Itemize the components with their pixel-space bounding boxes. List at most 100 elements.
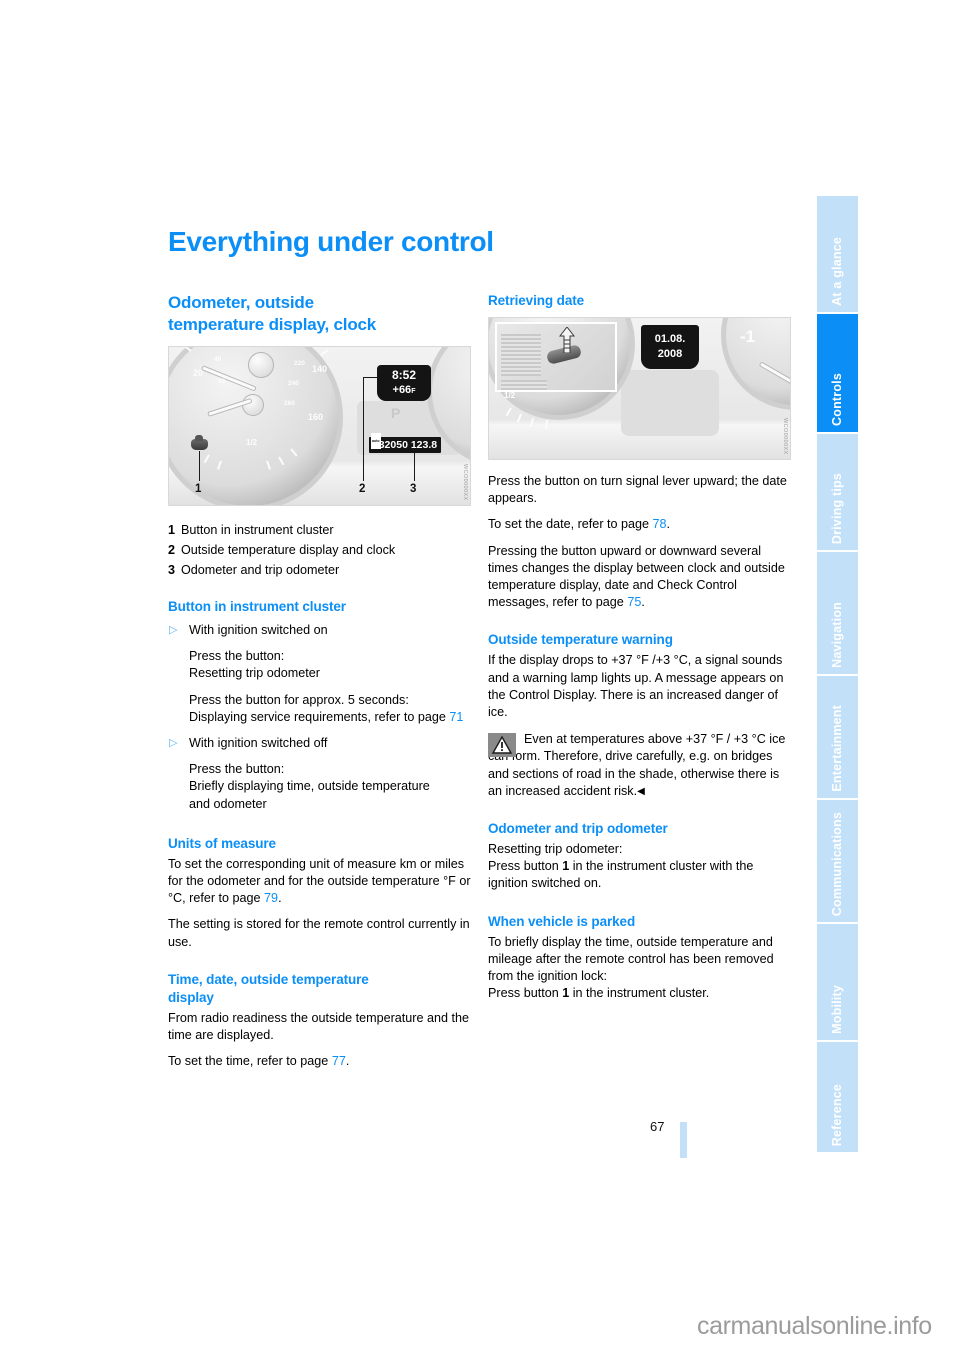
step-line: Press the button: [189,649,285,664]
site-watermark: carmanualsonline.info [697,1312,932,1340]
page-marker-bar [680,1122,687,1158]
figure-instrument-cluster: 20 40 20 220 240 140 260 160 1/2 8:52 +6… [168,346,471,506]
time-text: To set the time, refer to page [168,1054,332,1069]
legend-text: Outside temperature display and clock [181,543,396,557]
left-column: Odometer, outside temperature display, c… [168,292,471,1079]
dial-number-20b: 20 [218,378,226,385]
legend-item: 2 Outside temperature display and clock [168,540,471,560]
legend-text: Button in instrument cluster [181,523,334,537]
rail-tab-mobility[interactable]: Mobility [817,924,858,1042]
legend-number: 3 [168,563,176,577]
rail-tab-driving-tips[interactable]: Driving tips [817,434,858,552]
step-line: Press the button for approx. 5 seconds: [189,692,409,707]
fuel-gauge-label: 1/2 [504,391,516,400]
page-reference-75[interactable]: 75 [627,595,641,609]
warning-block: Even at temperatures above +37 °F / +3 °… [488,731,791,800]
dial-tick [203,454,210,464]
heading-line-2: temperature display, clock [168,315,377,334]
odometer-line-2-pre: Press button [488,859,563,874]
dial-number-40: 40 [214,356,222,363]
bullet-text: With ignition switched off [189,736,328,751]
cluster-center-panel [621,370,719,436]
page-reference-78[interactable]: 78 [653,517,667,531]
bullet-ignition-off: ▷ With ignition switched off [168,735,471,752]
callout-number-2: 2 [359,483,366,495]
outside-temp-warning-paragraph: If the display drops to +37 °F /+3 °C, a… [488,653,784,720]
rail-tab-communications[interactable]: Communications [817,800,858,924]
rail-tab-label: Reference [830,1083,844,1146]
dashboard-vent-texture [501,334,541,376]
callout-line-1 [199,451,200,481]
page-reference-77[interactable]: 77 [332,1054,346,1068]
lcd-date-line-1: 01.08. [654,333,686,345]
legend-item: 1 Button in instrument cluster [168,520,471,540]
parked-line-2-pre: Press button [488,986,563,1001]
bullet-ignition-on: ▷ With ignition switched on [168,622,471,639]
subheading-retrieving-date: Retrieving date [488,293,585,308]
warning-text: Even at temperatures above +37 °F / +3 °… [488,731,791,800]
step-line: Resetting trip odometer [189,666,320,681]
rail-tab-at-a-glance[interactable]: At a glance [817,196,858,314]
units-paragraph-1: To set the corresponding unit of measure… [168,856,471,908]
retrieving-date-paragraph-1: Press the button on turn signal lever up… [488,474,787,506]
lcd-date-line-2: 2008 [657,348,683,360]
parked-paragraph: To briefly display the time, outside tem… [488,934,791,1003]
odometer-tag: auto [371,433,381,449]
rail-tab-reference[interactable]: Reference [817,1042,858,1152]
paragraph-text: To set the date, refer to page [488,517,653,532]
callout-line-2b [363,377,364,481]
lcd-clock-value: 8:52 [391,368,417,382]
callout-number-3: 3 [410,483,417,495]
page-reference-71[interactable]: 71 [449,710,463,724]
ignition-off-step-1: Press the button: Briefly displaying tim… [189,761,471,813]
dial-tick [278,456,285,466]
callout-number-1: 1 [195,483,202,495]
cluster-legend: 1 Button in instrument cluster 2 Outside… [168,520,471,580]
dial-number-20: 20 [193,368,204,378]
dial-number-240: 240 [288,380,299,387]
units-paragraph-2: The setting is stored for the remote con… [168,917,470,949]
page-number: 67 [650,1119,665,1134]
legend-item: 3 Odometer and trip odometer [168,560,471,580]
manual-page: At a glance Controls Driving tips Naviga… [0,0,960,1358]
rail-tab-controls[interactable]: Controls [817,314,858,434]
rail-tab-label: Mobility [830,985,844,1034]
heading-line-1: Odometer, outside [168,293,314,312]
paragraph-period: . [641,595,645,610]
time-paragraph-1: From radio readiness the outside tempera… [168,1010,470,1043]
dial-number-220: 220 [294,360,305,367]
rail-tab-entertainment[interactable]: Entertainment [817,676,858,800]
instrument-cluster-button [191,435,208,450]
dial-number-160: 160 [308,412,324,422]
dial-number-260: 260 [284,400,295,407]
parked-line-2-post: in the instrument cluster. [569,986,710,1001]
figure-watermark: WCO0000XX [462,464,468,501]
rail-tab-navigation[interactable]: Navigation [817,552,858,676]
dashboard-trim-texture [501,380,547,390]
time-period: . [345,1054,350,1069]
dial-number-140: 140 [312,364,328,374]
triangle-bullet-icon: ▷ [169,737,178,750]
page-reference-79[interactable]: 79 [264,891,278,905]
step-line: Press the button: [189,762,285,777]
lcd-temperature-value: +66F [392,384,416,396]
subheading-odometer-and-trip-odometer: Odometer and trip odometer [488,821,668,837]
subheading-outside-temperature-warning: Outside temperature warning [488,632,673,648]
fuel-gauge-label: 1/2 [246,438,258,447]
warning-triangle-icon [488,733,516,758]
figure-watermark: WCO0000XX [782,418,788,455]
step-line: Briefly displaying time, outside tempera… [189,779,430,794]
speedometer-dial: 20 40 20 220 240 140 260 160 1/2 [169,347,343,505]
callout-line-2a [363,377,377,378]
clock-temperature-lcd: 8:52 +66F [377,365,431,401]
right-column: Retrieving date 1/2 100 -1 01.08. 2008 [488,292,791,1011]
retrieving-date-paragraph-2: To set the date, refer to page 78. [488,516,791,533]
section-heading-odometer: Odometer, outside temperature display, c… [168,292,471,336]
step-line: Displaying service requirements, refer t… [189,709,450,724]
triangle-bullet-icon: ▷ [169,624,178,636]
gear-indicator: P [391,405,401,421]
rail-tab-label: Driving tips [830,472,844,544]
retrieving-date-paragraph-3: Pressing the button upward or downward s… [488,543,791,612]
ignition-on-step-1: Press the button: Resetting trip odomete… [189,648,471,682]
tach-needle [758,361,790,391]
